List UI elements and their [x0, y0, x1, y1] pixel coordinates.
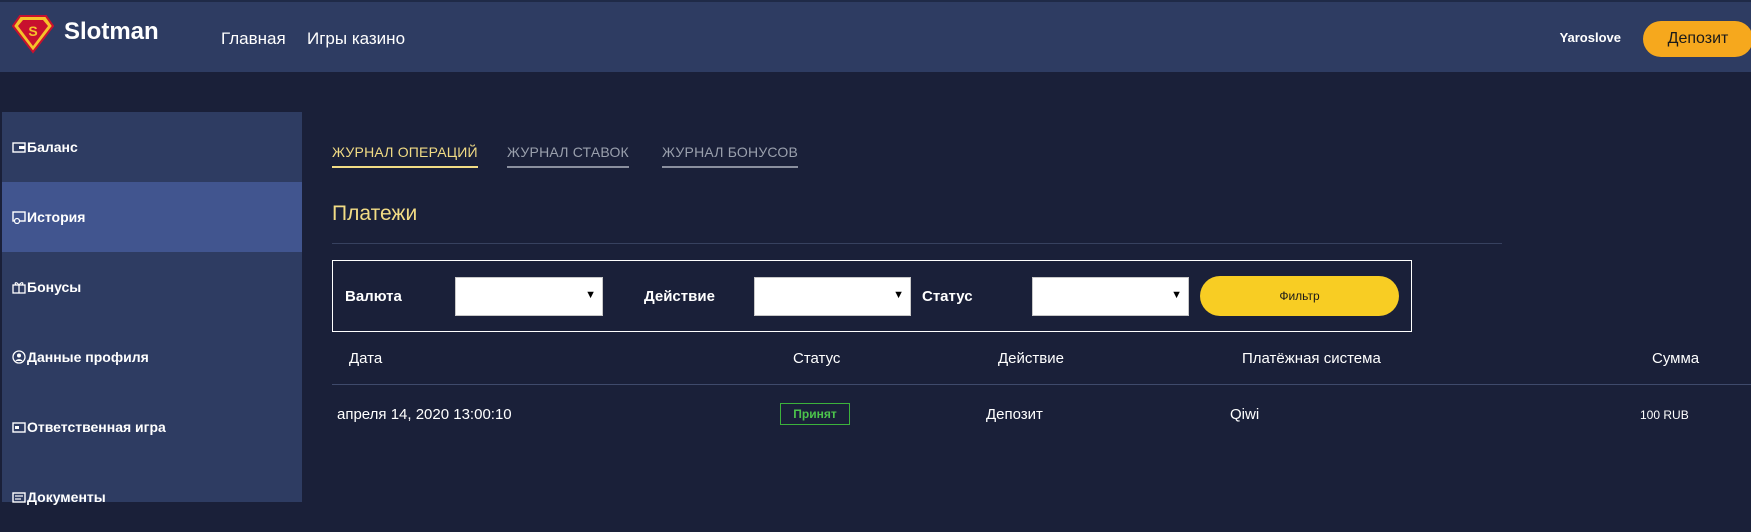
action-label: Действие	[644, 288, 715, 305]
sidebar-item-label: Баланс	[27, 139, 78, 155]
tab-bonuses-log[interactable]: ЖУРНАЛ БОНУСОВ	[662, 144, 799, 168]
sidebar-item-bonuses[interactable]: Бонусы	[2, 252, 302, 322]
status-badge: Принят	[780, 403, 850, 425]
sidebar-item-label: История	[27, 209, 86, 225]
status-label: Статус	[922, 288, 973, 305]
username[interactable]: Yaroslove	[1560, 30, 1621, 45]
filter-button[interactable]: Фильтр	[1200, 276, 1399, 316]
svg-text:S: S	[28, 23, 37, 39]
sidebar-item-responsible-gaming[interactable]: Ответственная игра	[2, 392, 302, 462]
sidebar-item-label: Ответственная игра	[27, 419, 166, 435]
page-title: Платежи	[332, 202, 418, 225]
dropdown-arrow-icon: ▼	[1171, 289, 1182, 301]
row-action: Депозит	[986, 406, 1043, 423]
sidebar-item-profile[interactable]: Данные профиля	[2, 322, 302, 392]
column-header-amount[interactable]: Сумма	[1652, 350, 1699, 367]
user-icon	[12, 350, 26, 364]
row-date: апреля 14, 2020 13:00:10	[337, 406, 512, 423]
deposit-button[interactable]: Депозит	[1643, 21, 1751, 57]
sidebar-item-history[interactable]: История	[2, 182, 302, 252]
action-select[interactable]: ▼	[754, 277, 911, 316]
table-header-divider	[332, 384, 1751, 385]
nav-casino-games[interactable]: Игры казино	[307, 29, 405, 49]
tab-bets-log[interactable]: ЖУРНАЛ СТАВОК	[507, 144, 629, 168]
status-select[interactable]: ▼	[1032, 277, 1189, 316]
account-sidebar: Баланс История Бонусы Данные профиля Отв…	[2, 112, 302, 505]
column-header-status[interactable]: Статус	[793, 350, 840, 367]
column-header-action[interactable]: Действие	[998, 350, 1064, 367]
gift-icon	[12, 282, 26, 294]
sidebar-item-balance[interactable]: Баланс	[2, 112, 302, 182]
slotman-logo-icon[interactable]: S	[12, 14, 54, 54]
currency-label: Валюта	[345, 288, 402, 305]
dropdown-arrow-icon: ▼	[585, 289, 596, 301]
wallet-icon	[12, 142, 26, 153]
row-amount: 100 RUB	[1640, 408, 1689, 422]
top-header: S Slotman Главная Игры казино Yaroslove …	[0, 0, 1751, 72]
sidebar-item-documents[interactable]: Документы	[2, 462, 302, 532]
dropdown-arrow-icon: ▼	[893, 289, 904, 301]
history-icon	[12, 211, 26, 224]
currency-select[interactable]: ▼	[455, 277, 603, 316]
card-icon	[12, 422, 26, 433]
column-header-payment-system[interactable]: Платёжная система	[1242, 350, 1381, 367]
column-header-date[interactable]: Дата	[349, 350, 382, 367]
sidebar-item-label: Документы	[27, 489, 106, 505]
sidebar-item-label: Данные профиля	[27, 349, 149, 365]
sidebar-item-label: Бонусы	[27, 279, 82, 295]
tab-operations-log[interactable]: ЖУРНАЛ ОПЕРАЦИЙ	[332, 144, 478, 168]
title-divider	[332, 243, 1502, 244]
nav-home[interactable]: Главная	[221, 29, 286, 49]
brand-name[interactable]: Slotman	[64, 18, 159, 46]
row-payment-system: Qiwi	[1230, 406, 1260, 423]
